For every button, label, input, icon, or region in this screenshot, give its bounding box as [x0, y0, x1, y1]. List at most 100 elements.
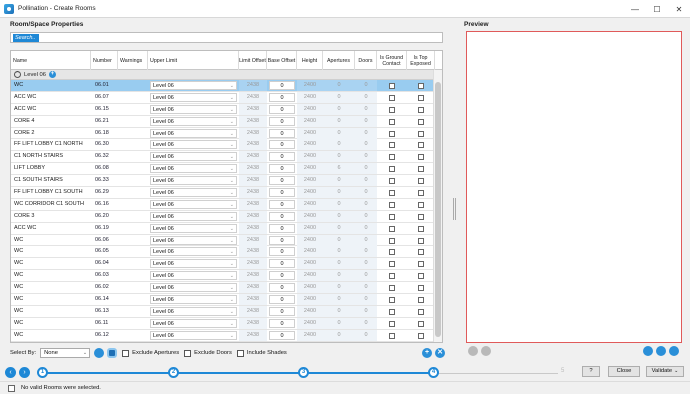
exclude-apertures-checkbox[interactable] [122, 349, 130, 357]
close-window-button[interactable]: ✕ [668, 0, 690, 18]
exclude-doors-checkbox[interactable] [184, 349, 192, 357]
ground-contact-checkbox[interactable] [389, 94, 395, 101]
top-exposed-checkbox[interactable] [418, 178, 424, 185]
top-exposed-checkbox[interactable] [418, 237, 424, 244]
upper-limit-dropdown[interactable]: Level 06 ⌄ [150, 164, 237, 174]
ground-contact-checkbox[interactable] [389, 249, 395, 256]
pick-from-model-button[interactable] [107, 348, 118, 358]
table-row[interactable]: WC CORRIDOR C1 SOUTH 06.16 Level 06 ⌄ 2438 0 2… [11, 198, 435, 211]
vertical-scrollbar[interactable] [433, 70, 442, 342]
add-room-icon[interactable]: + [48, 71, 56, 78]
base-offset-input[interactable]: 0 [269, 306, 295, 316]
upper-limit-dropdown[interactable]: Level 06 ⌄ [150, 283, 237, 293]
top-exposed-checkbox[interactable] [418, 83, 424, 89]
room-number[interactable]: 06.20 [95, 211, 117, 222]
ground-contact-checkbox[interactable] [389, 130, 395, 137]
upper-limit-dropdown[interactable]: Level 06 ⌄ [150, 128, 237, 138]
room-name[interactable]: ACC WC [14, 104, 90, 115]
minimize-button[interactable]: — [624, 0, 646, 18]
table-row[interactable]: C1 NORTH STAIRS 06.32 Level 06 ⌄ 2438 0 2400 0 0 [11, 151, 435, 164]
collapse-icon[interactable]: ⌃ [14, 71, 21, 78]
room-name[interactable]: WC [14, 246, 90, 257]
add-button[interactable]: + [422, 348, 432, 358]
base-offset-input[interactable]: 0 [269, 164, 295, 174]
upper-limit-dropdown[interactable]: Level 06 ⌄ [150, 271, 237, 281]
next-button[interactable]: › [19, 367, 30, 378]
table-row[interactable]: WC 06.01 Level 06 ⌄ 2438 0 2400 0 0 [11, 80, 435, 92]
validate-button[interactable]: Validate ⌄ [646, 366, 684, 377]
base-offset-input[interactable]: 0 [269, 271, 295, 281]
room-number[interactable]: 06.32 [95, 151, 117, 162]
column-header-number[interactable]: Number [91, 51, 118, 70]
ground-contact-checkbox[interactable] [389, 154, 395, 161]
ground-contact-checkbox[interactable] [389, 213, 395, 220]
zoom-extents-icon[interactable] [643, 346, 653, 356]
column-header-height[interactable]: Height [297, 51, 323, 70]
table-row[interactable]: CORE 4 06.21 Level 06 ⌄ 2438 0 2400 0 0 [11, 115, 435, 128]
column-header-base-offset[interactable]: Base Offset [267, 51, 297, 70]
ground-contact-checkbox[interactable] [389, 83, 395, 89]
room-number[interactable]: 06.03 [95, 270, 117, 281]
table-row[interactable]: WC 06.14 Level 06 ⌄ 2438 0 2400 0 0 [11, 294, 435, 306]
base-offset-input[interactable]: 0 [269, 247, 295, 257]
ground-contact-checkbox[interactable] [389, 237, 395, 244]
table-row[interactable]: WC 06.05 Level 06 ⌄ 2438 0 2400 0 0 [11, 246, 435, 259]
upper-limit-dropdown[interactable]: Level 06 ⌄ [150, 223, 237, 233]
ground-contact-checkbox[interactable] [389, 285, 395, 292]
ground-contact-checkbox[interactable] [389, 166, 395, 173]
scrollbar-thumb[interactable] [435, 82, 441, 337]
settings-icon[interactable] [669, 346, 679, 356]
ground-contact-checkbox[interactable] [389, 142, 395, 149]
base-offset-input[interactable]: 0 [269, 188, 295, 198]
table-row[interactable]: ACC WC 06.19 Level 06 ⌄ 2438 0 2400 0 0 [11, 222, 435, 235]
base-offset-input[interactable]: 0 [269, 116, 295, 126]
column-header-doors[interactable]: Doors [355, 51, 377, 70]
remove-button[interactable]: ✕ [435, 348, 445, 358]
group-row-level[interactable]: ⌃ Level 06 + [11, 70, 442, 80]
room-name[interactable]: WC [14, 318, 90, 329]
upper-limit-dropdown[interactable]: Level 06 ⌄ [150, 152, 237, 162]
upper-limit-dropdown[interactable]: Level 06 ⌄ [150, 306, 237, 316]
wizard-step-1[interactable]: 1 [37, 367, 48, 378]
room-number[interactable]: 06.29 [95, 187, 117, 198]
base-offset-input[interactable]: 0 [269, 330, 295, 340]
table-row[interactable]: WC 06.11 Level 06 ⌄ 2438 0 2400 0 0 [11, 317, 435, 330]
room-number[interactable]: 06.14 [95, 294, 117, 305]
top-exposed-checkbox[interactable] [418, 201, 424, 208]
room-number[interactable]: 06.12 [95, 330, 117, 341]
view-icon[interactable] [656, 346, 666, 356]
exclude-apertures-option[interactable]: Exclude Apertures [122, 349, 179, 357]
base-offset-input[interactable]: 0 [269, 259, 295, 269]
room-number[interactable]: 06.06 [95, 235, 117, 246]
select-rooms-button[interactable] [94, 348, 105, 358]
base-offset-input[interactable]: 0 [269, 152, 295, 162]
ground-contact-checkbox[interactable] [389, 273, 395, 280]
column-header-limit-offset[interactable]: Limit Offset [239, 51, 267, 70]
upper-limit-dropdown[interactable]: Level 06 ⌄ [150, 140, 237, 150]
ground-contact-checkbox[interactable] [389, 106, 395, 113]
room-name[interactable]: WC [14, 294, 90, 305]
ground-contact-checkbox[interactable] [389, 201, 395, 208]
top-exposed-checkbox[interactable] [418, 225, 424, 232]
upper-limit-dropdown[interactable]: Level 06 ⌄ [150, 247, 237, 257]
top-exposed-checkbox[interactable] [418, 118, 424, 125]
wizard-step-4[interactable]: 4 [428, 367, 439, 378]
include-shades-option[interactable]: Include Shades [236, 349, 287, 357]
top-exposed-checkbox[interactable] [418, 249, 424, 256]
table-row[interactable]: ACC WC 06.07 Level 06 ⌄ 2438 0 2400 0 0 [11, 91, 435, 104]
select-by-dropdown[interactable]: None ⌄ [40, 348, 91, 358]
room-name[interactable]: ACC WC [14, 223, 90, 234]
top-exposed-checkbox[interactable] [418, 94, 424, 101]
room-name[interactable]: WC [14, 306, 90, 317]
top-exposed-checkbox[interactable] [418, 332, 424, 339]
room-number[interactable]: 06.21 [95, 116, 117, 127]
base-offset-input[interactable]: 0 [269, 283, 295, 293]
base-offset-input[interactable]: 0 [269, 81, 295, 90]
search-input[interactable]: Search.. [10, 32, 443, 43]
pane-splitter[interactable] [452, 20, 457, 360]
table-row[interactable]: CORE 2 06.18 Level 06 ⌄ 2438 0 2400 0 0 [11, 127, 435, 140]
ground-contact-checkbox[interactable] [389, 118, 395, 125]
room-name[interactable]: ACC WC [14, 92, 90, 103]
column-header-top-exposed[interactable]: Is Top Exposed [407, 51, 435, 70]
room-name[interactable]: WC [14, 330, 90, 341]
